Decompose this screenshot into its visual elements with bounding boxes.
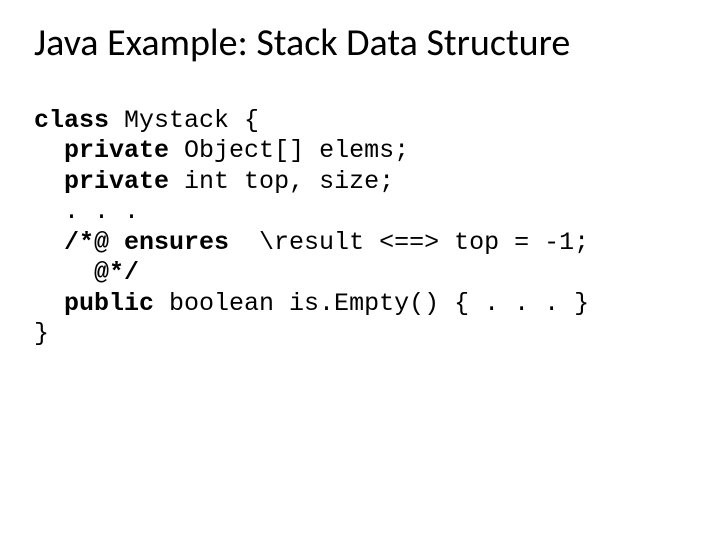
code-text: \result <==> top = -1; [244,228,589,257]
indent [34,167,64,196]
kw-jml-close: @*/ [94,258,139,287]
code-text: boolean is.Empty() { . . . } [154,289,589,318]
indent [34,136,64,165]
slide-title: Java Example: Stack Data Structure [34,22,686,66]
slide: Java Example: Stack Data Structure class… [0,0,720,540]
indent [34,228,64,257]
kw-public: public [64,289,154,318]
code-text: Object[] elems; [169,136,409,165]
code-text: int top, size; [169,167,394,196]
indent [34,258,94,287]
kw-private: private [64,136,169,165]
kw-private: private [64,167,169,196]
code-text: Mystack { [109,106,259,135]
code-block: class Mystack { private Object[] elems; … [34,106,686,350]
kw-jml-ensures: /*@ ensures [64,228,244,257]
indent [34,289,64,318]
code-text: . . . [34,197,139,226]
kw-class: class [34,106,109,135]
code-text: } [34,319,49,348]
